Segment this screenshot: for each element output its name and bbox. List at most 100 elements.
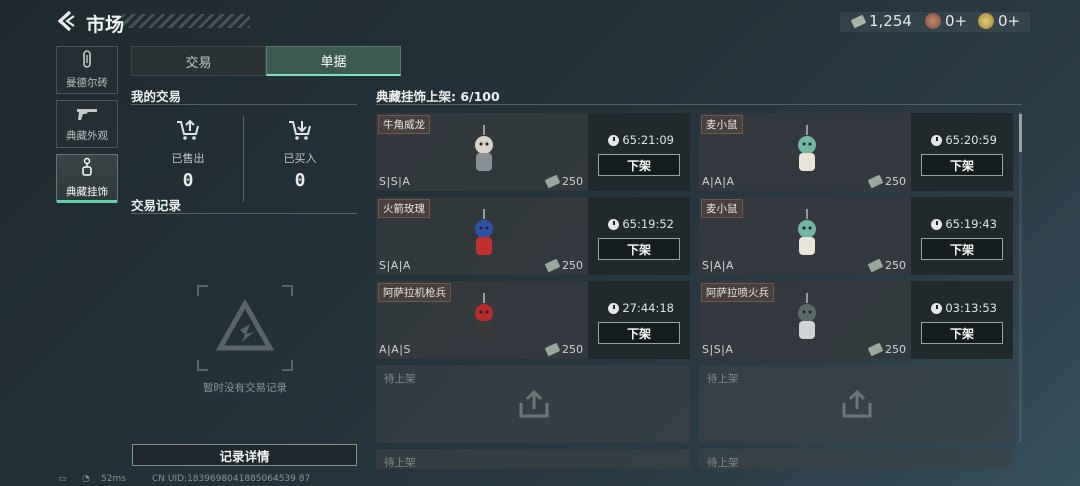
- timer-value: 65:19:52: [622, 217, 674, 231]
- card-action-pane: [911, 113, 1013, 191]
- item-grade: S|A|A: [702, 259, 734, 272]
- battery-icon: ▭: [58, 474, 67, 484]
- delist-button[interactable]: 下架: [598, 322, 680, 344]
- cash-icon: [544, 342, 561, 357]
- listing-card[interactable]: 牛角威龙 S|S|A 250 65:21:09 下架: [376, 113, 690, 191]
- timer-value: 65:19:43: [945, 217, 997, 231]
- sidebar-item-label: 曼德尔砖: [66, 77, 108, 89]
- price-value: 250: [885, 175, 906, 188]
- scrollbar-track[interactable]: [1019, 112, 1022, 442]
- bronze-coin-icon: [925, 13, 941, 29]
- item-grade: S|A|A: [379, 259, 411, 272]
- listing-card[interactable]: 麦小鼠 A|A|A 250 65:20:59 下架: [699, 113, 1013, 191]
- empty-slot[interactable]: 待上架: [376, 449, 690, 469]
- listing-card[interactable]: 阿萨拉喷火兵 S|S|A 250 03:13:53 下架: [699, 281, 1013, 359]
- gun-icon: [76, 106, 98, 125]
- item-grade: A|A|S: [379, 343, 411, 356]
- ping-text: 52ms: [101, 474, 126, 484]
- tab-orders[interactable]: 单据: [266, 46, 401, 76]
- delist-button[interactable]: 下架: [598, 154, 680, 176]
- back-icon[interactable]: [55, 10, 77, 32]
- sidebar-item-skins[interactable]: 典藏外观: [56, 100, 118, 148]
- empty-slot-label: 待上架: [707, 457, 739, 469]
- currency-cash[interactable]: 1,254: [850, 12, 912, 30]
- wifi-icon: ◔: [82, 474, 90, 484]
- divider: [131, 104, 357, 105]
- cash-icon: [867, 174, 884, 189]
- item-grade: S|S|A: [702, 343, 734, 356]
- delist-button[interactable]: 下架: [921, 238, 1003, 260]
- item-price: 250: [544, 258, 583, 273]
- timer-value: 27:44:18: [622, 301, 674, 315]
- time-remaining: 65:19:52: [608, 217, 674, 231]
- divider: [376, 104, 1022, 105]
- item-price: 250: [867, 258, 906, 273]
- card-action-pane: [911, 197, 1013, 275]
- card-action-pane: [588, 281, 690, 359]
- cash-icon: [544, 174, 561, 189]
- card-action-pane: [588, 113, 690, 191]
- tab-trade[interactable]: 交易: [131, 46, 266, 76]
- empty-slot-label: 待上架: [707, 373, 739, 385]
- time-remaining: 27:44:18: [608, 301, 674, 315]
- clock-icon: [608, 218, 620, 230]
- bought-count: 0: [294, 170, 306, 191]
- item-grade: A|A|A: [702, 175, 735, 188]
- empty-history-text: 暂时没有交易记录: [203, 382, 287, 394]
- card-action-pane: [911, 281, 1013, 359]
- sidebar-item-label: 典藏外观: [66, 129, 108, 142]
- currency-bronze[interactable]: 0+: [925, 12, 967, 30]
- empty-slot[interactable]: 待上架: [699, 365, 1013, 443]
- price-value: 250: [562, 343, 583, 356]
- sidebar-item-brick[interactable]: 曼德尔砖: [56, 46, 118, 94]
- record-details-button[interactable]: 记录详情: [132, 444, 357, 466]
- empty-slot-label: 待上架: [384, 457, 416, 469]
- price-value: 250: [885, 343, 906, 356]
- cash-icon: [544, 258, 561, 273]
- sold-count: 0: [182, 170, 194, 191]
- sold-stat: 已售出 0: [133, 118, 243, 191]
- gold-value: 0+: [998, 12, 1021, 30]
- time-remaining: 65:19:43: [931, 217, 997, 231]
- clock-icon: [931, 218, 943, 230]
- sold-icon: [133, 118, 243, 146]
- timer-value: 65:21:09: [622, 133, 674, 147]
- charm-figure-image: [466, 125, 502, 179]
- charm-figure-image: [789, 209, 825, 263]
- charm-figure-image: [466, 293, 502, 347]
- currency-gold[interactable]: 0+: [978, 12, 1020, 30]
- empty-slot[interactable]: 待上架: [699, 449, 1013, 469]
- title-decoration: [122, 14, 250, 28]
- charm-figure-image: [789, 125, 825, 179]
- item-price: 250: [867, 174, 906, 189]
- sidebar-item-label: 典藏挂饰: [66, 186, 108, 198]
- empty-slot[interactable]: 待上架: [376, 365, 690, 443]
- price-value: 250: [562, 175, 583, 188]
- bought-label: 已买入: [283, 152, 317, 165]
- delist-button[interactable]: 下架: [921, 154, 1003, 176]
- delist-button[interactable]: 下架: [598, 238, 680, 260]
- divider: [131, 213, 357, 214]
- delist-button[interactable]: 下架: [921, 322, 1003, 344]
- clock-icon: [931, 302, 943, 314]
- brick-icon: [80, 50, 94, 72]
- listing-card[interactable]: 火箭玫瑰 S|A|A 250 65:19:52 下架: [376, 197, 690, 275]
- bought-stat: 已买入 0: [245, 118, 355, 191]
- scrollbar-thumb[interactable]: [1019, 114, 1022, 152]
- item-name: 阿萨拉机枪兵: [378, 283, 451, 302]
- stat-divider: [243, 116, 244, 202]
- sidebar-item-charms[interactable]: 典藏挂饰: [56, 154, 118, 203]
- bought-icon: [245, 118, 355, 146]
- empty-history-placeholder: [196, 284, 294, 372]
- timer-value: 65:20:59: [945, 133, 997, 147]
- empty-slot-label: 待上架: [384, 373, 416, 385]
- item-name: 麦小鼠: [701, 115, 743, 134]
- listing-card[interactable]: 阿萨拉机枪兵 A|A|S 250 27:44:18 下架: [376, 281, 690, 359]
- page-title: 市场: [86, 14, 125, 36]
- time-remaining: 65:20:59: [931, 133, 997, 147]
- charm-figure-image: [789, 293, 825, 347]
- time-remaining: 03:13:53: [931, 301, 997, 315]
- listing-card[interactable]: 麦小鼠 S|A|A 250 65:19:43 下架: [699, 197, 1013, 275]
- cash-icon: [867, 258, 884, 273]
- cash-icon: [850, 14, 867, 28]
